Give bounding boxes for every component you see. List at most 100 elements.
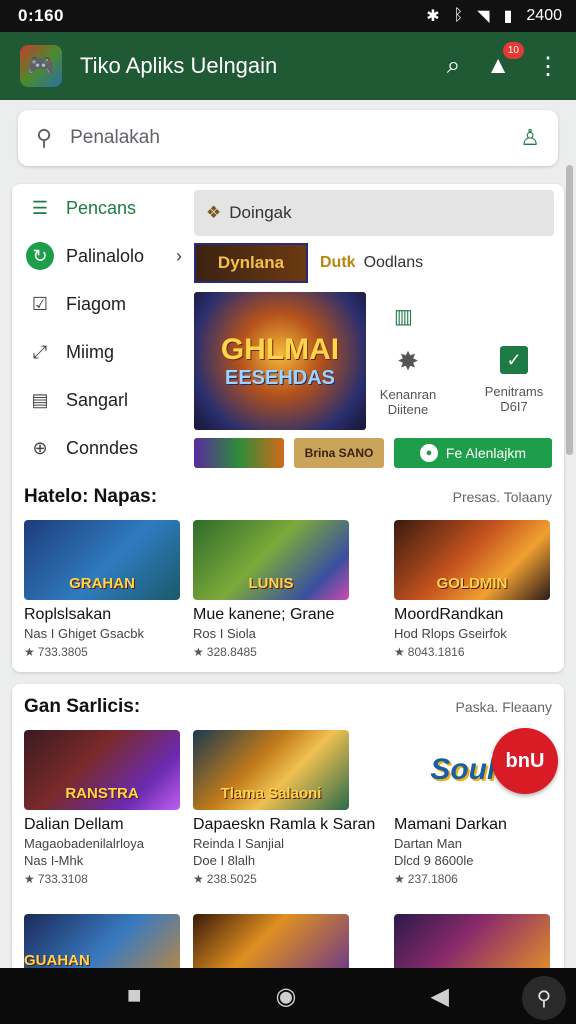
game-subtitle-2: Dlcd 9 8600le: [394, 853, 474, 868]
follow-label: Fe Alenlajkm: [445, 445, 527, 461]
refresh-icon: ↻: [26, 242, 54, 270]
menu-item-pencans[interactable]: ☰ Pencans: [12, 184, 194, 232]
more-vert-icon[interactable]: ⋮: [536, 52, 560, 81]
menu-item-conndes[interactable]: ⊕ Conndes: [12, 424, 194, 472]
promo-chip-2[interactable]: Brina SANO: [294, 438, 384, 468]
rating-value: 238.5025: [206, 872, 257, 886]
menu-item-sangarl[interactable]: ▤ Sangarl: [12, 376, 194, 424]
game-card[interactable]: GRAHAN Roplslsakan Nas I Ghiget Gsacbk ★…: [24, 520, 180, 659]
quick-label: Penitrams: [484, 384, 544, 399]
bluetooth-icon: ✱: [426, 8, 440, 25]
game-subtitle: Magaobadenilalrloya: [24, 836, 144, 851]
home-icon[interactable]: ◉: [276, 982, 297, 1011]
star-icon: ★: [193, 645, 204, 659]
tab-row: Dynlana Dutk Oodlans: [194, 242, 423, 284]
game-card[interactable]: GOLDMIN MoordRandkan Hod Rlops Gseirfok …: [394, 520, 550, 659]
quick-action-kenanran[interactable]: ✸ Kenanran Diitene: [360, 346, 456, 417]
game-thumbnail: Tlama Salaoni: [193, 730, 349, 810]
top-card: ☰ Pencans ↻ Palinalolo › ☑ Fiagom ⤢ Miim…: [12, 184, 564, 672]
menu-item-miimg[interactable]: ⤢ Miimg: [12, 328, 194, 376]
game-rating: ★ 328.8485: [193, 645, 349, 659]
app-title: Tiko Apliks Uelngain: [80, 53, 278, 78]
rating-value: 8043.1816: [407, 645, 465, 659]
game-card[interactable]: LUNIS Mue kanene; Grane Ros I Siola ★ 328…: [193, 520, 349, 659]
game-subtitle: Dartan Man: [394, 836, 462, 851]
section-title: Hatelo: Napas:: [24, 486, 158, 507]
game-thumbnail: LUNIS: [193, 520, 349, 600]
game-card[interactable]: Tlama Salaoni Dapaeskn Ramla k Saran Rei…: [193, 730, 375, 886]
search-input[interactable]: Penalakah: [70, 127, 160, 149]
check-icon: ✓: [500, 346, 528, 374]
search-bar[interactable]: ⚲ Penalakah ♙: [18, 110, 558, 166]
gem-icon: ❖: [206, 203, 222, 222]
recents-icon[interactable]: ■: [127, 982, 142, 1010]
game-title: Dalian Dellam: [24, 816, 124, 833]
game-rating: ★ 733.3805: [24, 645, 180, 659]
game-card[interactable]: SUNINS: [394, 914, 550, 974]
menu-item-palinalolo[interactable]: ↻ Palinalolo ›: [12, 232, 194, 280]
game-thumbnail: SUNINS: [394, 914, 550, 974]
system-nav-bar: ■ ◉ ◀: [0, 968, 576, 1024]
featured-subtitle: EESEHDAS: [224, 366, 336, 389]
rating-value: 237.1806: [407, 872, 458, 886]
back-icon[interactable]: ◀: [430, 982, 448, 1011]
game-card[interactable]: RANSTRA Dalian Dellam Magaobadenilalrloy…: [24, 730, 180, 886]
quick-sublabel: D6I7: [500, 399, 528, 414]
vibrate-icon: ᛒ: [453, 7, 464, 24]
follow-button[interactable]: ● Fe Alenlajkm: [394, 438, 552, 468]
featured-title: GHLMAI: [220, 332, 340, 366]
scrollbar[interactable]: [566, 165, 573, 455]
game-subtitle-2: Nas I-Mhk: [24, 853, 84, 868]
game-thumbnail: GOLDMIN: [394, 520, 550, 600]
check-box-icon: ☑: [31, 293, 49, 314]
star-icon: ★: [394, 645, 405, 659]
game-card[interactable]: HEPIAAN DAILY: [193, 914, 349, 974]
game-title: Mamani Darkan: [394, 816, 507, 833]
game-subtitle: Nas I Ghiget Gsacbk: [24, 626, 144, 641]
star-icon: ★: [394, 872, 405, 886]
menu-item-fiagom[interactable]: ☑ Fiagom: [12, 280, 194, 328]
search-icon[interactable]: ⌕: [447, 52, 460, 80]
section-title: Gan Sarlicis:: [24, 696, 141, 717]
search-icon: ⚲: [36, 125, 53, 150]
see-more-link[interactable]: Paska. Fleaany: [456, 699, 553, 715]
game-subtitle-2: Doe I 8lalh: [193, 853, 256, 868]
quick-label: Kenanran: [379, 387, 437, 402]
promo-chip-1[interactable]: [194, 438, 284, 468]
game-rating: ★ 733.3108: [24, 872, 180, 886]
game-card[interactable]: GUAHAN BEWARRBE: [24, 914, 180, 974]
game-thumbnail: RANSTRA: [24, 730, 180, 810]
submenu-header[interactable]: ❖ Doingak: [194, 190, 554, 236]
game-subtitle: Ros I Siola: [193, 626, 256, 641]
game-thumbnail: GRAHAN: [24, 520, 180, 600]
game-subtitle: Hod Rlops Gseirfok: [394, 626, 507, 641]
submenu-title: Doingak: [229, 203, 292, 222]
category-menu: ☰ Pencans ↻ Palinalolo › ☑ Fiagom ⤢ Miim…: [12, 184, 194, 472]
game-subtitle: Reinda I Sanjial: [193, 836, 285, 851]
featured-game-banner[interactable]: GHLMAI EESEHDAS: [194, 292, 366, 430]
status-clock: 2400: [526, 7, 562, 24]
rating-value: 733.3108: [37, 872, 88, 886]
see-more-link[interactable]: Presas. Tolaany: [453, 489, 552, 505]
tab-dynlana[interactable]: Dynlana: [194, 243, 308, 283]
quick-action-penitrams[interactable]: ✓ Penitrams D6I7: [466, 346, 562, 414]
bell-icon[interactable]: ▲ 10: [486, 42, 524, 80]
chat-icon: ●: [419, 444, 438, 462]
tab-label: Oodlans: [363, 254, 424, 271]
section-header: Gan Sarlicis: Paska. Fleaany: [24, 696, 552, 718]
status-time: 0:160: [18, 6, 64, 25]
tab-logo: Dutk: [320, 254, 356, 271]
menu-item-label: Sangarl: [66, 389, 129, 410]
account-icon[interactable]: ♙: [520, 125, 540, 151]
chart-icon[interactable]: ▥: [394, 304, 413, 329]
menu-item-label: Miimg: [66, 341, 114, 362]
list-icon: ☰: [31, 197, 49, 218]
quick-sublabel: Diitene: [387, 402, 429, 417]
signal-icon: ▮: [503, 8, 513, 25]
app-logo-icon[interactable]: 🎮: [20, 45, 62, 87]
promo-badge[interactable]: bnU: [492, 728, 558, 794]
tab-oodlans[interactable]: Dutk Oodlans: [320, 254, 423, 272]
game-rating: ★ 8043.1816: [394, 645, 550, 659]
assistant-icon[interactable]: ⚲: [522, 976, 566, 1020]
trending-icon: ⤢: [32, 341, 48, 362]
